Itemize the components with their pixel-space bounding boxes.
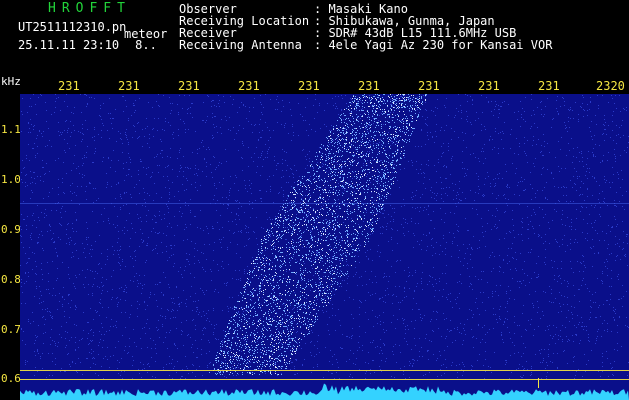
y-axis-label: 0.6 — [1, 372, 21, 385]
ruler-tick: 231 — [418, 79, 440, 93]
ruler-tick: 231 — [118, 79, 140, 93]
reference-marker — [538, 378, 539, 388]
y-axis-label: 0.7 — [1, 323, 21, 336]
ruler-tick: 231 — [358, 79, 380, 93]
y-axis: 1.1 1.0 0.9 0.8 0.7 0.6 — [0, 94, 21, 400]
reference-line-lower — [20, 379, 629, 380]
interference-line — [20, 203, 629, 204]
ruler-tick: 2320 — [596, 79, 625, 93]
y-axis-label: 0.9 — [1, 223, 21, 236]
ruler-tick: 231 — [178, 79, 200, 93]
ruler-tick: 231 — [58, 79, 80, 93]
info-label: Receiving Antenna — [179, 38, 302, 52]
ruler-tick: 231 — [298, 79, 320, 93]
y-axis-label: 0.8 — [1, 273, 21, 286]
spectrogram-plot[interactable] — [20, 94, 629, 400]
app-title: HROFFT — [48, 1, 131, 16]
ruler-tick: 231 — [478, 79, 500, 93]
frequency-ruler: kHz 231 231 231 231 231 231 231 231 231 … — [0, 74, 629, 94]
reference-line-upper — [20, 370, 629, 371]
frequency-unit: kHz — [1, 75, 21, 88]
file-name: UT2511112310.pn — [18, 20, 127, 34]
plot-background — [20, 94, 629, 400]
ruler-tick: 231 — [538, 79, 560, 93]
counter: 8.. — [135, 38, 157, 52]
info-value: : 4ele Yagi Az 230 for Kansai VOR — [314, 38, 553, 52]
y-axis-label: 1.1 — [1, 123, 21, 136]
station-info: Observer: Masaki Kano Receiving Location… — [179, 3, 552, 51]
ruler-tick: 231 — [238, 79, 260, 93]
header-panel: HROFFT UT2511112310.pn meteor 25.11.11 2… — [0, 0, 629, 74]
timestamp: 25.11.11 23:10 — [18, 38, 120, 52]
y-axis-label: 1.0 — [1, 173, 21, 186]
timestamp-line: 25.11.11 23:10 8.. — [18, 38, 157, 52]
info-row-antenna: Receiving Antenna : 4ele Yagi Az 230 for … — [179, 39, 552, 51]
spectrogram-canvas — [20, 94, 629, 400]
